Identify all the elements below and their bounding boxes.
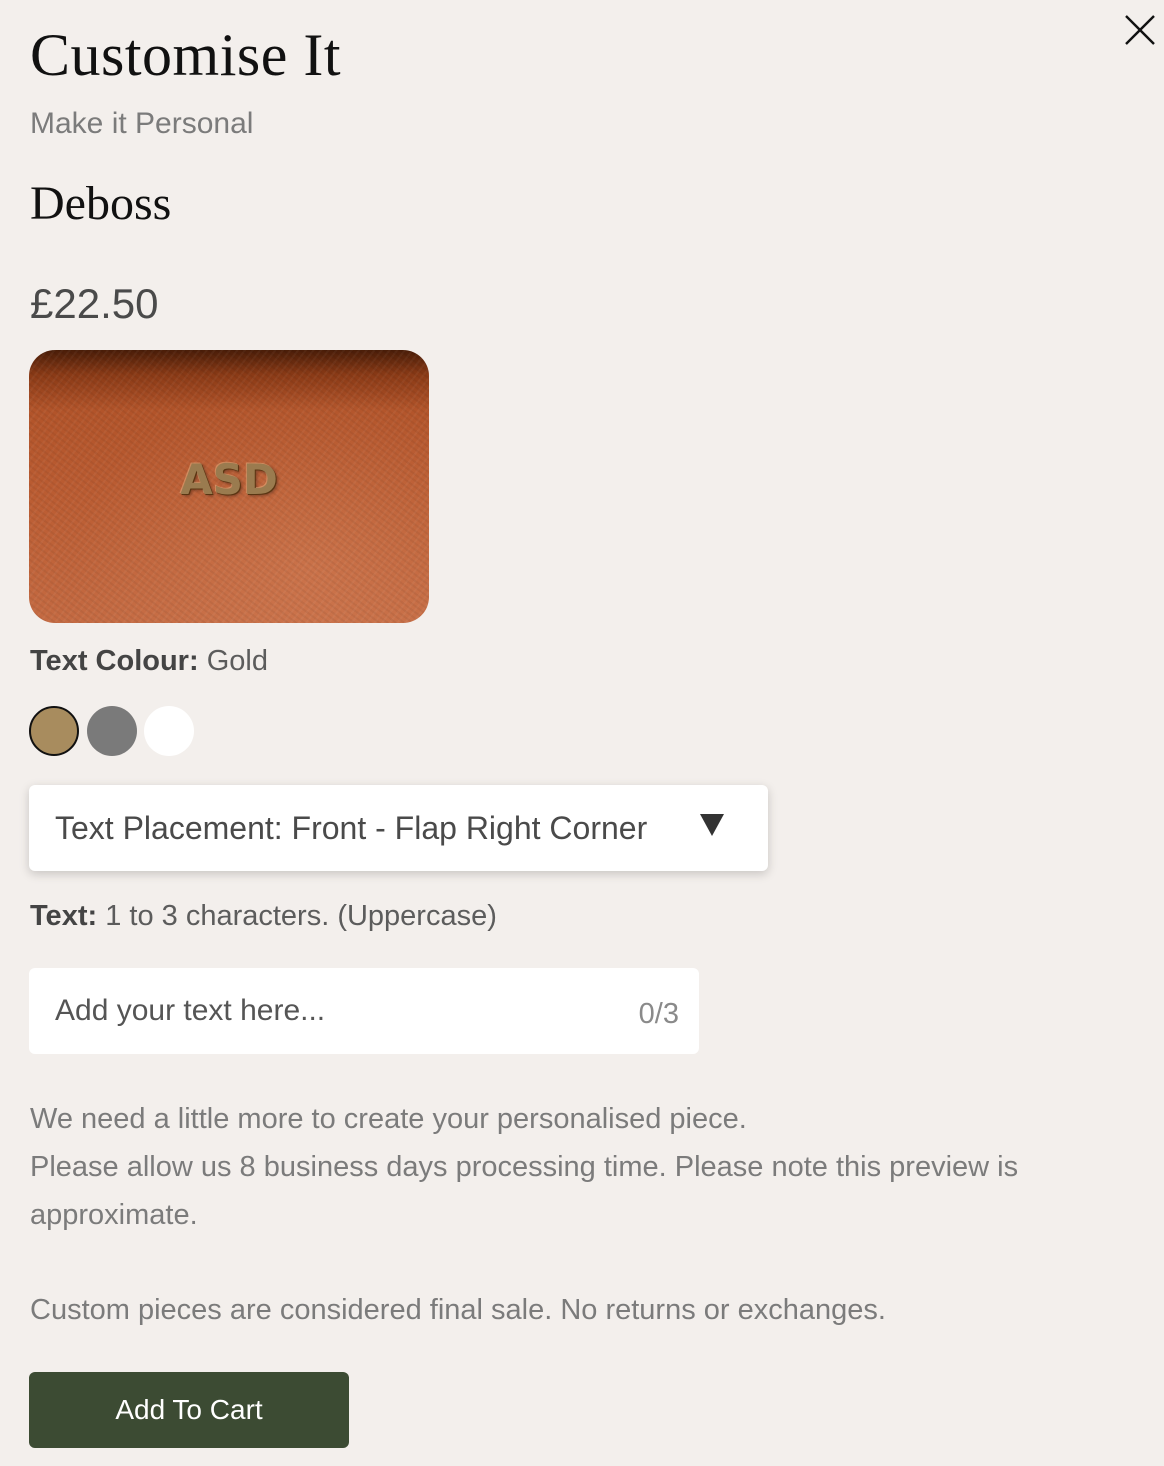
- customise-panel: Customise It Make it Personal Deboss £22…: [0, 0, 1164, 1466]
- text-hint-row: Text: 1 to 3 characters. (Uppercase): [30, 897, 497, 935]
- text-colour-row: Text Colour: Gold: [30, 642, 268, 680]
- note-line-2: Please allow us 8 business days processi…: [30, 1151, 1019, 1231]
- text-label: Text:: [30, 900, 98, 932]
- final-sale-note: Custom pieces are considered final sale.…: [30, 1294, 886, 1326]
- close-icon: [1125, 15, 1155, 45]
- add-to-cart-button[interactable]: Add To Cart: [29, 1372, 349, 1448]
- swatch-white[interactable]: [144, 706, 194, 756]
- text-colour-value: Gold: [206, 645, 268, 677]
- text-placement-label: Text Placement: Front - Flap Right Corne…: [55, 810, 648, 846]
- option-price: £22.50: [30, 280, 159, 327]
- text-hint: 1 to 3 characters. (Uppercase): [105, 900, 497, 932]
- note-line-1: We need a little more to create your per…: [30, 1103, 747, 1135]
- close-button[interactable]: [1118, 8, 1162, 52]
- page-subtitle: Make it Personal: [30, 107, 254, 140]
- text-placement-select[interactable]: Text Placement: Front - Flap Right Corne…: [29, 785, 768, 871]
- deboss-preview-image: ASD: [29, 350, 429, 623]
- option-title: Deboss: [30, 177, 172, 230]
- swatch-grey[interactable]: [87, 706, 137, 756]
- triangle-down-icon: [700, 814, 724, 836]
- character-counter: 0/3: [638, 998, 679, 1030]
- swatch-gold[interactable]: [29, 706, 79, 756]
- page-title: Customise It: [30, 22, 342, 88]
- preview-text: ASD: [180, 455, 278, 504]
- text-input-box: 0/3: [29, 968, 699, 1054]
- personalisation-text-input[interactable]: [55, 990, 615, 1032]
- processing-note: We need a little more to create your per…: [30, 1095, 1050, 1239]
- text-colour-label: Text Colour:: [30, 645, 199, 677]
